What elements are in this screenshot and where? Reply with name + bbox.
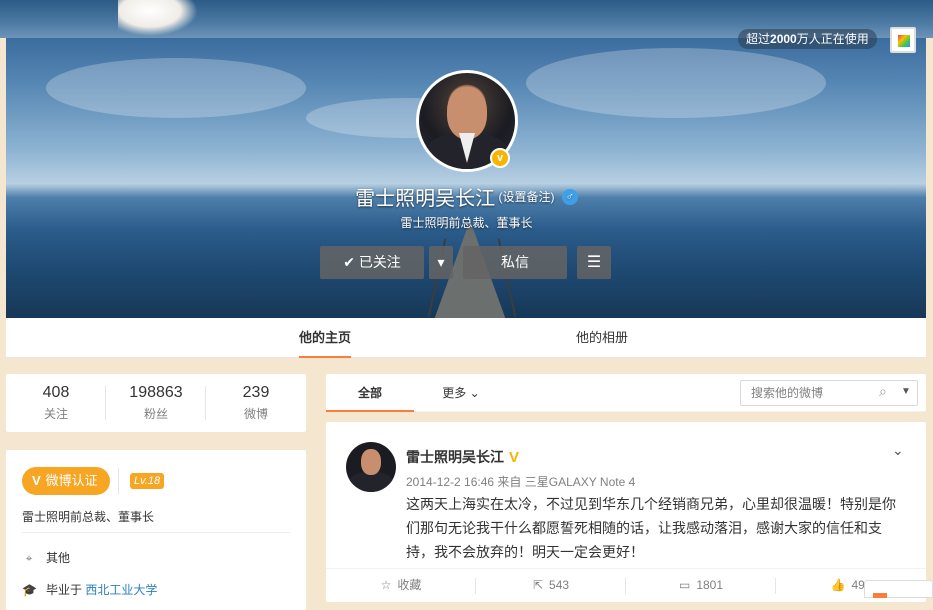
stat-following[interactable]: 408 关注 <box>6 384 106 422</box>
education-row: 🎓 毕业于 西北工业大学 <box>22 583 158 597</box>
search-box: ⌕ ▼ <box>740 380 918 406</box>
cover-cloud <box>46 58 306 118</box>
location-icon: ⌖ <box>25 551 33 565</box>
follow-dropdown-button[interactable]: ▾ <box>429 246 453 279</box>
cover-cloud <box>526 48 826 118</box>
filter-tab-more[interactable]: 更多 ⌄ <box>426 374 496 412</box>
post-avatar[interactable] <box>346 442 396 492</box>
profile-title: 雷士照明前总裁、董事长 <box>400 216 533 230</box>
male-icon: ♂ <box>561 188 578 205</box>
filter-tab-all[interactable]: 全部 <box>326 374 414 412</box>
weibo-post: 雷士照明吴长江 V 2014-12-2 16:46 来自 三星GALAXY Not… <box>326 422 926 602</box>
search-icon[interactable]: ⌕ <box>879 383 887 400</box>
comment-icon: ▭ <box>678 578 691 592</box>
chevron-down-icon: ⌄ <box>469 386 480 400</box>
profile-info-card: V 微博认证 Lv.18 雷士照明前总裁、董事长 ⌖ 其他 🎓 毕业于 西北工业大学 <box>6 450 306 610</box>
star-icon: ☆ <box>380 578 392 592</box>
caret-down-icon: ▾ <box>437 254 445 270</box>
menu-icon: ☰ <box>586 254 602 271</box>
post-time[interactable]: 2014-12-2 16:46 <box>406 475 494 489</box>
verify-v-icon: V <box>32 473 41 488</box>
stats-card: 408 关注 198863 粉丝 239 微博 <box>6 374 306 432</box>
weibo-verify-badge[interactable]: V 微博认证 <box>22 467 110 495</box>
tab-home[interactable]: 他的主页 <box>299 318 352 358</box>
tab-album[interactable]: 他的相册 <box>576 318 628 358</box>
post-actions: ☆ 收藏 ⇱ 543 ▭ 1801 👍 497 <box>326 568 926 602</box>
verify-description: 雷士照明前总裁、董事长 <box>22 510 155 524</box>
check-icon: ✔ <box>343 254 355 270</box>
post-menu-chevron-icon[interactable]: ⌄ <box>892 442 904 459</box>
set-remark-link[interactable]: (设置备注) <box>499 190 555 204</box>
usage-notice: 超过2000万人正在使用 <box>738 29 877 49</box>
share-icon: ⇱ <box>532 578 544 592</box>
profile-name-row: 雷士照明吴长江 (设置备注) ♂ <box>0 182 933 211</box>
verified-icon: V <box>509 449 520 466</box>
usage-count: 2000 <box>770 32 797 46</box>
stat-followers[interactable]: 198863 粉丝 <box>106 384 206 422</box>
search-dropdown-icon[interactable]: ▼ <box>901 386 911 397</box>
graduation-cap-icon: 🎓 <box>22 583 37 597</box>
stat-posts[interactable]: 239 微博 <box>206 384 306 422</box>
school-link[interactable]: 西北工业大学 <box>85 583 157 597</box>
post-author[interactable]: 雷士照明吴长江 V <box>406 447 519 467</box>
level-badge[interactable]: Lv.18 <box>130 473 165 489</box>
post-text: 这两天上海实在太冷，不过见到华东几个经销商兄弟，心里却很温暖！特别是你们那句无论… <box>406 496 896 560</box>
post-source[interactable]: 三星GALAXY Note 4 <box>525 475 636 489</box>
follow-button[interactable]: ✔ 已关注 <box>320 246 424 279</box>
location-row: ⌖ 其他 <box>22 549 70 566</box>
feed-filter-bar: 全部 更多 ⌄ ⌕ ▼ <box>326 374 926 412</box>
profile-name: 雷士照明吴长江 <box>355 188 496 210</box>
message-button[interactable]: 私信 <box>463 246 567 279</box>
more-menu-button[interactable]: ☰ <box>577 246 611 279</box>
verified-badge-icon: v <box>490 148 510 168</box>
qrcode-icon[interactable] <box>890 27 916 53</box>
profile-nav: 他的主页 他的相册 <box>6 318 926 358</box>
post-meta: 2014-12-2 16:46 来自 三星GALAXY Note 4 <box>406 475 636 489</box>
search-input[interactable] <box>741 381 871 405</box>
like-icon: 👍 <box>830 578 846 592</box>
floating-widget[interactable] <box>864 580 933 598</box>
banner-figure <box>118 0 198 36</box>
